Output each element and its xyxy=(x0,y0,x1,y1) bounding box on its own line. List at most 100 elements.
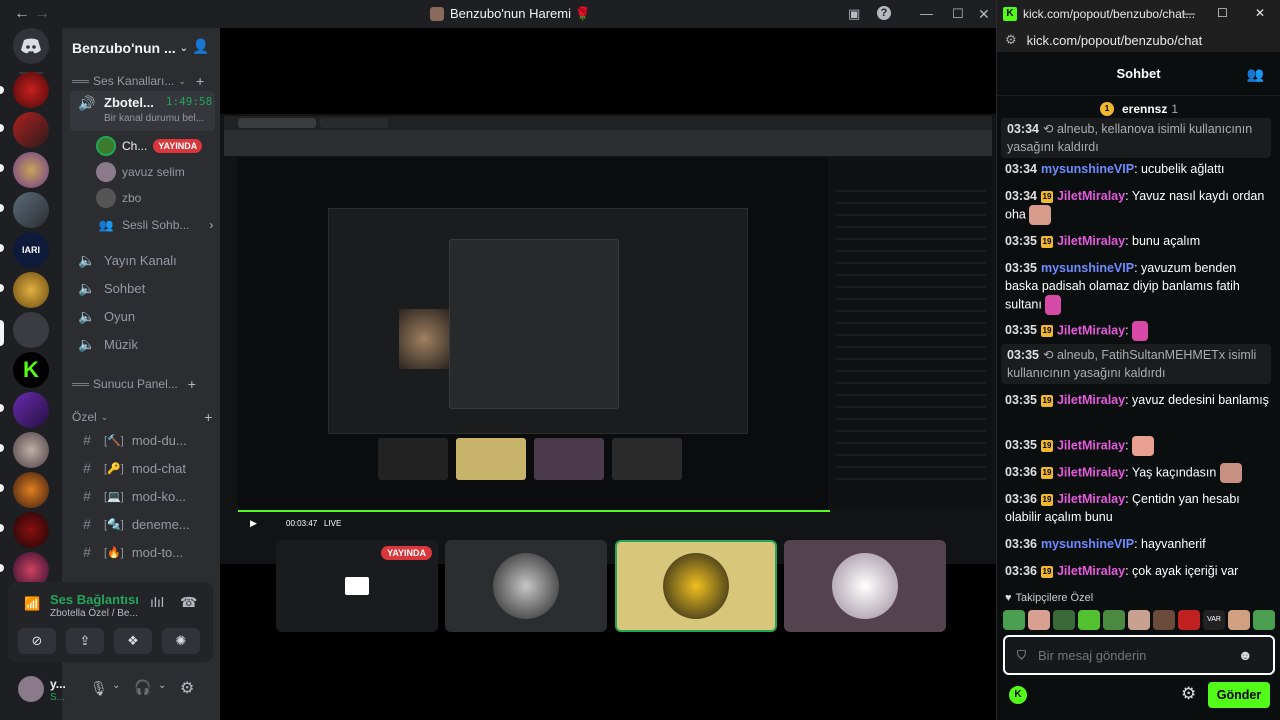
user-name[interactable]: y... xyxy=(50,677,66,691)
participant-tile-speaking[interactable] xyxy=(615,540,777,632)
chat-message[interactable]: 03:35 mysunshineVIP: yavuzum benden baska… xyxy=(1005,259,1269,315)
signal-icon[interactable]: 📶 xyxy=(24,596,40,612)
emote-icon[interactable] xyxy=(1078,610,1100,630)
kick-server-icon[interactable]: K xyxy=(13,352,49,388)
chevron-down-icon[interactable]: ⌄ xyxy=(158,680,166,691)
camera-button[interactable]: ⊘ xyxy=(18,628,56,654)
chat-input[interactable] xyxy=(1038,647,1239,663)
minimize-icon[interactable]: — xyxy=(920,6,933,21)
emoji-picker-icon[interactable]: ☻ xyxy=(1238,647,1253,663)
chat-message[interactable]: 03:36 19 JiletMiralay: Çentidn yan hesabı … xyxy=(1005,490,1269,526)
minimize-icon[interactable]: — xyxy=(1183,6,1195,20)
emote-face-icon[interactable] xyxy=(1128,610,1150,630)
chat-username[interactable]: JiletMiralay xyxy=(1057,234,1125,248)
inbox-icon[interactable]: ▣ xyxy=(848,6,860,22)
channel-mod-du[interactable]: # [🔨] mod-du... xyxy=(70,426,215,454)
settings-gear-icon[interactable]: ⚙ xyxy=(180,678,194,698)
add-member-icon[interactable]: 👤 xyxy=(192,38,209,55)
server-icon-12[interactable] xyxy=(13,512,49,548)
maximize-icon[interactable]: ☐ xyxy=(1217,6,1228,20)
chat-message[interactable]: 03:36 19 JiletMiralay: Yaş kaçındasın xyxy=(1005,463,1269,483)
participant-tile[interactable] xyxy=(445,540,607,632)
chat-message[interactable]: 03:34 mysunshineVIP: ucubelik ağlattı xyxy=(1005,160,1269,178)
kick-points-icon[interactable]: K xyxy=(1009,686,1027,704)
emote-icon[interactable] xyxy=(1178,610,1200,630)
server-icon-7[interactable] xyxy=(13,312,49,348)
voice-user[interactable]: zbo xyxy=(96,186,141,210)
chat-message[interactable]: 03:35 19 JiletMiralay: xyxy=(1005,321,1269,341)
voice-status[interactable]: Bir kanal durumu bel... xyxy=(104,113,212,124)
server-icon-3[interactable] xyxy=(13,152,49,188)
soundboard-button[interactable]: ✺ xyxy=(162,628,200,654)
channel-mod-ko[interactable]: # [💻] mod-ko... xyxy=(70,482,215,510)
chat-username[interactable]: mysunshineVIP xyxy=(1041,261,1134,275)
chat-username[interactable]: JiletMiralay xyxy=(1057,465,1125,479)
send-button[interactable]: Gönder xyxy=(1208,682,1270,708)
emote-icon[interactable] xyxy=(1103,610,1125,630)
chat-username[interactable]: mysunshineVIP xyxy=(1041,162,1134,176)
emote-face-icon[interactable] xyxy=(1228,610,1250,630)
chat-username[interactable]: JiletMiralay xyxy=(1057,564,1125,578)
site-info-icon[interactable]: ⚙ xyxy=(1005,32,1017,48)
settings-gear-icon[interactable]: ⚙ xyxy=(1181,684,1196,704)
close-icon[interactable]: ✕ xyxy=(978,6,990,23)
chat-message[interactable]: 03:35 19 JiletMiralay: yavuz dedesini banl… xyxy=(1005,391,1269,409)
chat-username[interactable]: JiletMiralay xyxy=(1057,438,1125,452)
back-arrow-icon[interactable]: ← xyxy=(12,5,32,23)
chat-input-box[interactable]: ⛉ ☻ xyxy=(1003,635,1275,675)
forward-arrow-icon[interactable]: → xyxy=(32,5,52,23)
channel-yayin[interactable]: 🔈 Yayın Kanalı xyxy=(70,246,215,274)
discord-home-icon[interactable] xyxy=(13,28,49,64)
headphones-icon[interactable]: 🎧 xyxy=(134,679,151,696)
add-channel-icon[interactable]: + xyxy=(188,376,196,392)
stream-tile[interactable]: YAYINDA xyxy=(276,540,438,632)
microphone-icon[interactable]: 🎙 xyxy=(90,680,108,697)
category-voice[interactable]: ══ Ses Kanalları... ⌄ + xyxy=(72,73,204,89)
voice-connection-subtitle[interactable]: Zbotella Özel / Be... xyxy=(50,608,138,619)
maximize-icon[interactable]: ☐ xyxy=(952,6,964,22)
chat-message[interactable]: 03:35 19 JiletMiralay: bunu açalım xyxy=(1005,232,1269,250)
screen-share-button[interactable]: ⇪ xyxy=(66,628,104,654)
category-private[interactable]: Özel ⌄ + xyxy=(72,409,212,425)
emote-icon[interactable] xyxy=(1153,610,1175,630)
channel-oyun[interactable]: 🔈 Oyun xyxy=(70,302,215,330)
channel-muzik[interactable]: 🔈 Müzik xyxy=(70,330,215,358)
emote-var-icon[interactable]: VAR xyxy=(1203,610,1225,630)
emote-icon[interactable] xyxy=(1053,610,1075,630)
chat-username[interactable]: JiletMiralay xyxy=(1057,189,1125,203)
emote-face-icon[interactable] xyxy=(1028,610,1050,630)
emote-pepe-icon[interactable] xyxy=(1003,610,1025,630)
add-channel-icon[interactable]: + xyxy=(196,73,204,89)
disconnect-icon[interactable]: ☎ xyxy=(180,594,197,611)
server-icon-6[interactable] xyxy=(13,272,49,308)
user-avatar[interactable] xyxy=(18,676,44,702)
users-icon[interactable]: 👥 xyxy=(1247,66,1264,83)
chevron-down-icon[interactable]: ⌄ xyxy=(112,680,120,691)
play-icon[interactable]: ▶ xyxy=(250,518,257,529)
channel-sohbet[interactable]: 🔈 Sohbet xyxy=(70,274,215,302)
sesli-sohbet-link[interactable]: 👥 Sesli Sohb... › xyxy=(96,213,214,237)
voice-connection-title[interactable]: Ses Bağlantısı K xyxy=(50,592,142,607)
close-icon[interactable]: ✕ xyxy=(1255,6,1265,20)
emote-pepe-icon[interactable] xyxy=(1253,610,1275,630)
server-icon-4[interactable] xyxy=(13,192,49,228)
chat-username[interactable]: JiletMiralay xyxy=(1057,492,1125,506)
category-server-panel[interactable]: ══ Sunucu Panel... + xyxy=(72,376,196,392)
server-icon-2[interactable] xyxy=(13,112,49,148)
chat-message[interactable]: 03:35 19 JiletMiralay: xyxy=(1005,436,1269,456)
chat-username[interactable]: JiletMiralay xyxy=(1057,323,1125,337)
progress-bar[interactable] xyxy=(238,510,830,512)
add-channel-icon[interactable]: + xyxy=(204,409,212,425)
server-icon-11[interactable] xyxy=(13,472,49,508)
noise-suppression-icon[interactable]: ılıl xyxy=(150,594,164,610)
chat-username[interactable]: JiletMiralay xyxy=(1057,393,1125,407)
help-icon[interactable]: ? xyxy=(877,6,891,20)
channel-mod-to[interactable]: # [🔥] mod-to... xyxy=(70,538,215,566)
address-bar[interactable]: ⚙ kick.com/popout/benzubo/chat xyxy=(997,28,1280,52)
server-icon-10[interactable] xyxy=(13,432,49,468)
channel-mod-chat[interactable]: # [🔑] mod-chat xyxy=(70,454,215,482)
chat-username[interactable]: mysunshineVIP xyxy=(1041,537,1134,551)
voice-user[interactable]: Ch... YAYINDA xyxy=(96,134,203,158)
chat-message[interactable]: 03:36 mysunshineVIP: hayvanherif xyxy=(1005,535,1269,553)
server-icon-1[interactable] xyxy=(13,72,49,108)
